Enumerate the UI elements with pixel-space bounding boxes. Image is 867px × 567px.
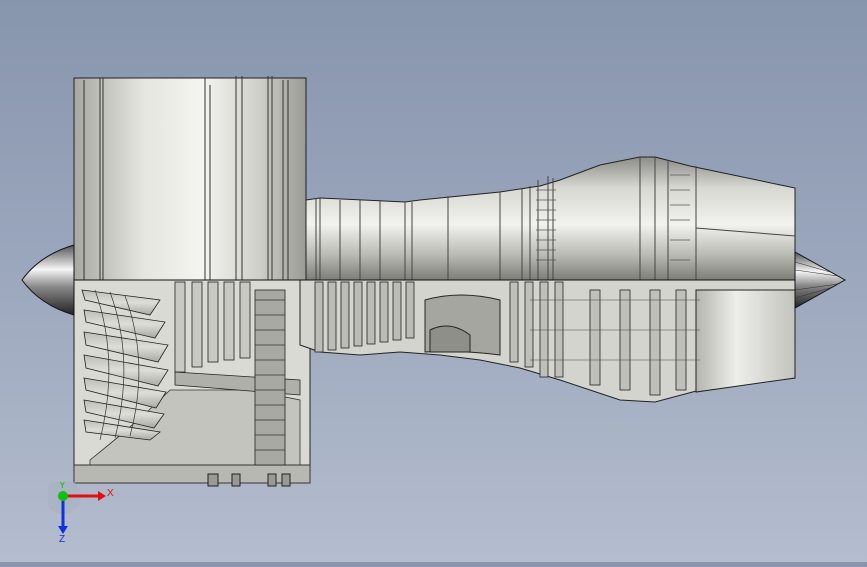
fan-nacelle — [73, 76, 307, 281]
y-axis-dot — [58, 491, 68, 501]
fan-cutaway — [73, 279, 311, 487]
exhaust-plug — [794, 251, 847, 309]
z-axis-head — [58, 526, 68, 534]
x-axis-head — [98, 491, 106, 501]
z-axis-label: Z — [59, 534, 65, 544]
core-casing — [305, 156, 796, 281]
y-axis-label: Y — [59, 482, 66, 491]
x-axis-label: X — [107, 488, 114, 499]
core-cutaway — [299, 279, 796, 403]
axis-triad[interactable]: X Y Z — [48, 482, 118, 544]
spinner-cone — [21, 244, 75, 316]
cad-viewport[interactable] — [0, 0, 867, 562]
engine-model[interactable] — [0, 0, 867, 562]
